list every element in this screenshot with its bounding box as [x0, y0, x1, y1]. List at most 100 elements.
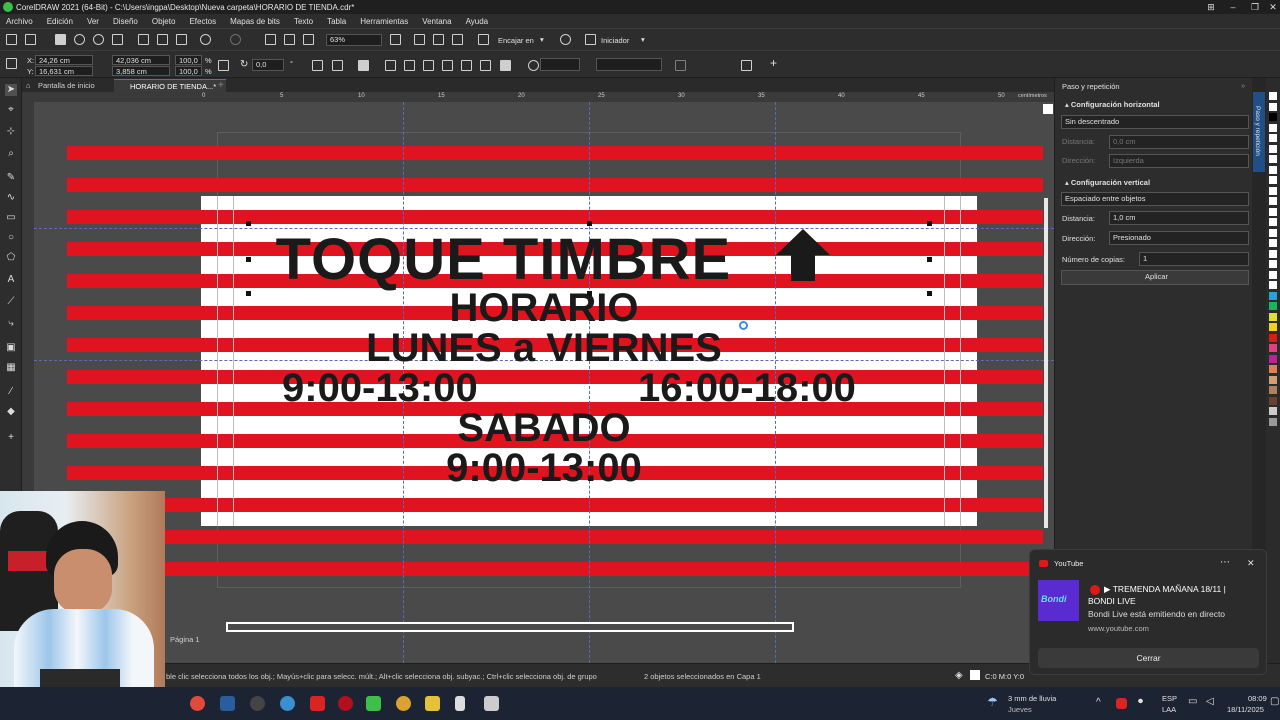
- new-document-icon[interactable]: [6, 34, 17, 45]
- gear-icon[interactable]: [560, 34, 571, 45]
- mirror-vertical-icon[interactable]: [332, 60, 343, 71]
- height-field[interactable]: 3,858 cm: [112, 66, 170, 76]
- parallel-dimension-icon[interactable]: ⟋: [5, 296, 17, 308]
- width-field[interactable]: 42,036 cm: [112, 55, 170, 65]
- pick-tool-icon[interactable]: ➤: [5, 84, 17, 96]
- clock-time[interactable]: 08:09: [1248, 694, 1267, 703]
- color-swatch[interactable]: [1269, 396, 1277, 405]
- tray-app-icon[interactable]: [1116, 698, 1127, 709]
- color-swatch[interactable]: [1269, 260, 1277, 268]
- save-icon[interactable]: [55, 34, 66, 45]
- color-swatch[interactable]: [1269, 165, 1277, 174]
- tab-horario-de-tienda[interactable]: HORARIO DE TIENDA...*: [114, 79, 226, 92]
- color-swatch[interactable]: [1269, 123, 1277, 132]
- notification-close-button[interactable]: Cerrar: [1038, 648, 1259, 668]
- youtube-icon[interactable]: [310, 696, 325, 711]
- selection-handle[interactable]: [246, 291, 251, 296]
- full-screen-icon[interactable]: [414, 34, 425, 45]
- color-swatch[interactable]: [1269, 134, 1277, 142]
- h-direction-dropdown[interactable]: Izquierda: [1109, 154, 1249, 168]
- x-position-field[interactable]: 24,26 cm: [35, 55, 93, 65]
- rotation-center-icon[interactable]: [739, 321, 748, 330]
- group-icon[interactable]: [358, 60, 369, 71]
- menu-herramientas[interactable]: Herramientas: [360, 17, 408, 26]
- menu-diseno[interactable]: Diseño: [113, 17, 138, 26]
- steam-icon[interactable]: [220, 696, 235, 711]
- cut-icon[interactable]: [138, 34, 149, 45]
- sign-line-sabado[interactable]: SABADO: [34, 406, 1054, 451]
- color-swatch[interactable]: [1269, 270, 1277, 279]
- selection-handle[interactable]: [927, 221, 932, 226]
- color-swatch[interactable]: [1269, 386, 1277, 394]
- front-minus-back-icon[interactable]: [480, 60, 491, 71]
- h-distance-field[interactable]: 0,0 cm: [1109, 135, 1249, 149]
- weld-icon[interactable]: [404, 60, 415, 71]
- intersect-icon[interactable]: [442, 60, 453, 71]
- color-swatch[interactable]: [1269, 155, 1277, 163]
- snap-to-dropdown[interactable]: Encajar en: [498, 36, 534, 45]
- volume-icon[interactable]: ◁: [1206, 696, 1214, 707]
- language-code[interactable]: ESP: [1162, 694, 1177, 703]
- color-swatch[interactable]: [1269, 239, 1277, 247]
- export-icon[interactable]: [284, 34, 295, 45]
- selection-handle[interactable]: [587, 221, 592, 226]
- chevron-down-icon[interactable]: ▾: [540, 35, 544, 44]
- sign-line-toque-timbre[interactable]: TOQUE TIMBRE: [34, 226, 1054, 293]
- zoom-page-icon[interactable]: [390, 34, 401, 45]
- coreldraw-taskbar-icon[interactable]: [366, 696, 381, 711]
- launcher-icon[interactable]: [585, 34, 596, 45]
- mirror-horizontal-icon[interactable]: [312, 60, 323, 71]
- eyedropper-icon[interactable]: ⁄: [5, 386, 17, 398]
- color-swatch[interactable]: [1269, 365, 1277, 373]
- v-direction-dropdown[interactable]: Presionado: [1109, 231, 1249, 245]
- color-swatch[interactable]: [1269, 354, 1277, 363]
- red-stripe[interactable]: [67, 210, 1043, 224]
- y-position-field[interactable]: 16,631 cm: [35, 66, 93, 76]
- color-swatch[interactable]: [1269, 417, 1277, 426]
- menu-ayuda[interactable]: Ayuda: [466, 17, 489, 26]
- vertical-scrollbar[interactable]: [1044, 198, 1048, 528]
- object-origin-icon[interactable]: [6, 58, 17, 69]
- red-stripe[interactable]: [164, 562, 1043, 576]
- red-stripe[interactable]: [164, 530, 1043, 544]
- file-explorer-icon[interactable]: [425, 696, 440, 711]
- paste-icon[interactable]: [176, 34, 187, 45]
- simplify-icon[interactable]: [461, 60, 472, 71]
- rectangle-tool-icon[interactable]: ▭: [5, 212, 17, 224]
- print-icon[interactable]: [112, 34, 123, 45]
- copies-field[interactable]: 1: [1139, 252, 1249, 266]
- freehand-tool-icon[interactable]: ✎: [5, 172, 17, 184]
- color-swatch[interactable]: [1269, 186, 1277, 195]
- horizontal-ruler[interactable]: 0 5 10 15 20 25 30 35 40 45 50 centímetr…: [34, 92, 1054, 102]
- red-stripe[interactable]: [67, 370, 1043, 384]
- menu-objeto[interactable]: Objeto: [152, 17, 176, 26]
- line-style-dropdown[interactable]: [596, 58, 662, 71]
- menu-tabla[interactable]: Tabla: [327, 17, 346, 26]
- transparency-icon[interactable]: ▦: [5, 362, 17, 374]
- tab-welcome-screen[interactable]: ⌂ Pantalla de inicio: [22, 79, 114, 92]
- sign-line-lunes-viernes[interactable]: LUNES a VIERNES: [34, 326, 1054, 371]
- boundary-icon[interactable]: [500, 60, 511, 71]
- undo-icon[interactable]: [200, 34, 211, 45]
- docker-options-icon[interactable]: »: [1241, 81, 1245, 90]
- chrome-alt-icon[interactable]: [396, 696, 411, 711]
- youtube-notification[interactable]: YouTube ⋯ ✕ Bondi ▶ TREMENDA MAÑANA 18/1…: [1029, 549, 1267, 675]
- polygon-tool-icon[interactable]: ⬠: [5, 252, 17, 264]
- color-swatch[interactable]: [1269, 291, 1277, 300]
- sign-line-horario[interactable]: HORARIO: [34, 286, 1054, 331]
- color-swatch[interactable]: [1269, 197, 1277, 205]
- grid-icon[interactable]: [433, 34, 444, 45]
- pdf-icon[interactable]: [303, 34, 314, 45]
- vertical-settings-header[interactable]: ▴ Configuración vertical: [1065, 178, 1150, 187]
- add-tool-icon[interactable]: +: [5, 432, 17, 444]
- color-swatch[interactable]: [1269, 92, 1277, 100]
- color-swatch[interactable]: [1269, 302, 1277, 310]
- store-icon[interactable]: [484, 696, 499, 711]
- close-button[interactable]: ✕: [1262, 0, 1280, 14]
- wrap-text-icon[interactable]: [675, 60, 686, 71]
- keyboard-layout[interactable]: LAA: [1162, 705, 1176, 714]
- color-swatch[interactable]: [1269, 218, 1277, 226]
- chrome-profile-icon[interactable]: [280, 696, 295, 711]
- import-icon[interactable]: [265, 34, 276, 45]
- help-icon[interactable]: ⊞: [1200, 0, 1222, 14]
